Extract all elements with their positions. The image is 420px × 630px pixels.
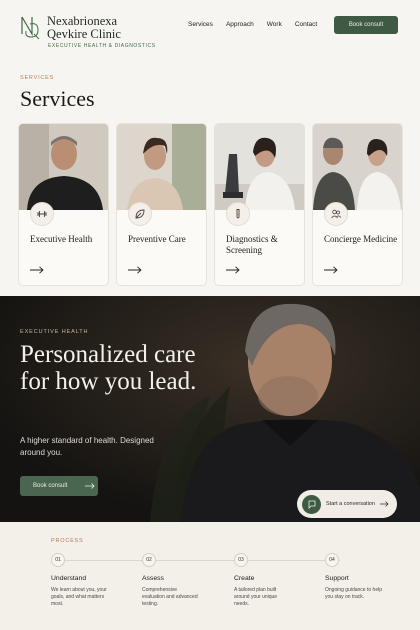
hero-cta-label: Book consult [33, 483, 68, 489]
process-section: PROCESS 01 Understand We learn about you… [0, 522, 420, 630]
hero-subtitle: A higher standard of health. Designed ar… [20, 436, 154, 457]
step-number: 03 [234, 553, 248, 567]
chat-bubble-icon [302, 494, 321, 514]
services-eyebrow: SERVICES [20, 75, 55, 81]
service-card-title: Concierge Medicine [324, 234, 398, 244]
step-title: Assess [142, 575, 164, 582]
hero-section: EXECUTIVE HEALTH Personalized care for h… [0, 296, 420, 522]
chat-label: Start a conversation [326, 501, 375, 507]
service-photo-diagnostics [215, 124, 304, 210]
arrow-right-icon [85, 483, 95, 489]
test-tube-icon [226, 202, 250, 226]
start-conversation-button[interactable]: Start a conversation [297, 490, 397, 518]
nav-contact[interactable]: Contact [295, 21, 317, 28]
service-cards: Executive Health Preventive Care Diagnos… [18, 123, 404, 286]
service-card-title: Executive Health [30, 234, 93, 244]
brand-tagline: EXECUTIVE HEALTH & DIAGNOSTICS [48, 43, 156, 49]
step-description: We learn about you, your goals, and what… [51, 587, 107, 607]
brand-name[interactable]: Nexabrionexa Qevkire Clinic [47, 15, 121, 41]
hero-title: Personalized care for how you lead. [20, 341, 197, 395]
people-icon [324, 202, 348, 226]
hero-eyebrow: EXECUTIVE HEALTH [20, 329, 89, 335]
arrow-right-icon [379, 501, 389, 507]
leaf-icon [128, 202, 152, 226]
service-card-concierge[interactable]: Concierge Medicine [312, 123, 403, 286]
service-card-preventive-care[interactable]: Preventive Care [116, 123, 207, 286]
step-description: A tailored plan built around your unique… [234, 587, 278, 607]
arrow-right-icon[interactable] [324, 266, 338, 274]
nav-services[interactable]: Services [188, 21, 213, 28]
brand-line-2: Qevkire Clinic [47, 27, 121, 41]
step-title: Create [234, 575, 255, 582]
dumbbell-icon [30, 202, 54, 226]
site-header: Nexabrionexa Qevkire Clinic EXECUTIVE HE… [0, 0, 420, 60]
service-card-diagnostics[interactable]: Diagnostics & Screening [214, 123, 305, 286]
process-eyebrow: PROCESS [51, 538, 84, 544]
step-description: Ongoing guidance to help you stay on tra… [325, 587, 382, 600]
main-nav: Services Approach Work Contact [188, 21, 330, 28]
step-number: 04 [325, 553, 339, 567]
process-step: 02 Assess Comprehensive evaluation and a… [142, 553, 222, 608]
service-photo-preventive [117, 124, 206, 210]
service-card-title: Diagnostics & Screening [226, 234, 278, 255]
nav-work[interactable]: Work [267, 21, 282, 28]
hero-book-consult-button[interactable]: Book consult [20, 476, 98, 496]
arrow-right-icon[interactable] [30, 266, 44, 274]
services-title: Services [20, 86, 95, 111]
step-number: 02 [142, 553, 156, 567]
nav-approach[interactable]: Approach [226, 21, 254, 28]
step-number: 01 [51, 553, 65, 567]
process-step: 01 Understand We learn about you, your g… [51, 553, 131, 608]
service-card-title: Preventive Care [128, 234, 186, 244]
step-title: Understand [51, 575, 87, 582]
service-card-executive-health[interactable]: Executive Health [18, 123, 109, 286]
arrow-right-icon[interactable] [226, 266, 240, 274]
step-title: Support [325, 575, 349, 582]
arrow-right-icon[interactable] [128, 266, 142, 274]
logo-monogram-icon[interactable] [19, 14, 41, 40]
book-consult-button[interactable]: Book consult [334, 16, 398, 34]
service-photo-executive [19, 124, 108, 210]
service-photo-concierge [313, 124, 402, 210]
process-step: 03 Create A tailored plan built around y… [234, 553, 314, 608]
step-description: Comprehensive evaluation and advanced te… [142, 587, 198, 607]
process-step: 04 Support Ongoing guidance to help you … [325, 553, 405, 601]
